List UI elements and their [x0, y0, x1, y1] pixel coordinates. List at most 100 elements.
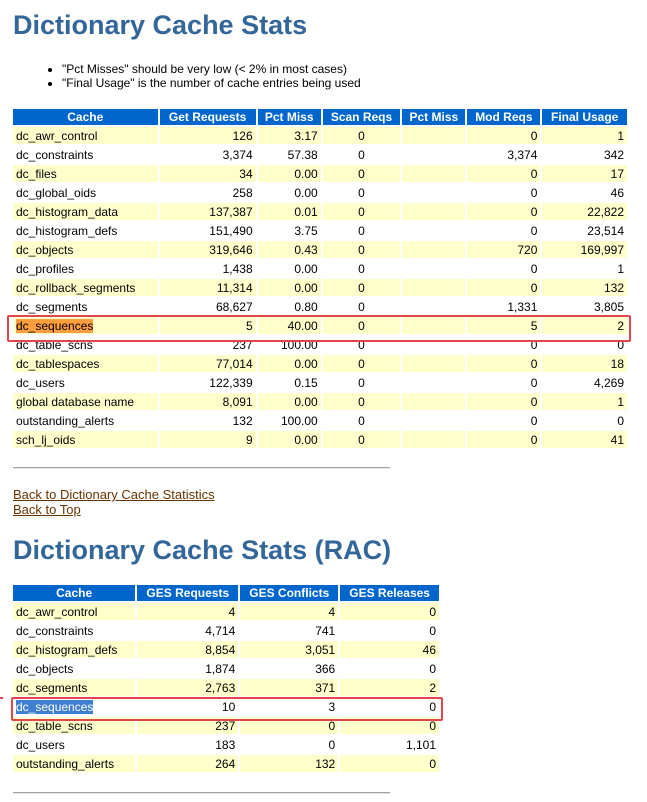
- table-row: outstanding_alerts 264 132 0: [13, 755, 439, 772]
- value-cell: 0: [322, 336, 401, 353]
- value-cell: 0: [322, 260, 401, 277]
- value-cell: [402, 165, 466, 182]
- value-cell: 0: [340, 660, 439, 677]
- table-row: dc_histogram_defs 8,854 3,051 46: [13, 641, 439, 658]
- section-title-rac: Dictionary Cache Stats (RAC): [13, 535, 392, 565]
- value-cell: 0: [467, 336, 541, 353]
- value-cell: [402, 431, 466, 448]
- value-cell: 0: [322, 374, 401, 391]
- value-cell: [402, 393, 466, 410]
- page-title: Dictionary Cache Stats: [13, 10, 308, 40]
- column-header: Cache: [13, 585, 136, 601]
- table-row: dc_sequences 10 3 0: [13, 698, 439, 715]
- table-row: dc_files 34 0.00 0 0 17: [13, 165, 627, 182]
- cache-name-cell: dc_segments: [13, 679, 136, 696]
- value-cell: [402, 184, 466, 201]
- value-cell: 57.38: [257, 146, 321, 163]
- value-cell: 0: [467, 222, 541, 239]
- value-cell: 23,514: [542, 222, 627, 239]
- value-cell: 4,269: [542, 374, 627, 391]
- column-header: Cache: [13, 109, 158, 125]
- table-row: dc_awr_control 4 4 0: [13, 603, 439, 620]
- value-cell: 122,339: [159, 374, 256, 391]
- value-cell: 3,051: [240, 641, 339, 658]
- cache-name-cell: dc_users: [13, 736, 136, 753]
- value-cell: 0: [467, 412, 541, 429]
- table-row: dc_objects 319,646 0.43 0 720 169,997: [13, 241, 627, 258]
- value-cell: 1: [542, 393, 627, 410]
- value-cell: 4: [240, 603, 339, 620]
- value-cell: 8,854: [137, 641, 239, 658]
- table-row: global database name 8,091 0.00 0 0 1: [13, 393, 627, 410]
- value-cell: 0: [322, 355, 401, 372]
- value-cell: 0: [322, 412, 401, 429]
- value-cell: [402, 241, 466, 258]
- value-cell: 1,438: [159, 260, 256, 277]
- value-cell: 258: [159, 184, 256, 201]
- value-cell: 137,387: [159, 203, 256, 220]
- value-cell: 4: [137, 603, 239, 620]
- notes-list: "Pct Misses" should be very low (< 2% in…: [48, 62, 361, 90]
- value-cell: 0: [467, 374, 541, 391]
- dictionary-cache-table: Cache Get Requests Pct Miss Scan Reqs Pct Mi…: [11, 107, 629, 450]
- cache-name-cell: dc_awr_control: [13, 127, 158, 144]
- value-cell: 132: [240, 755, 339, 772]
- value-cell: 0: [322, 241, 401, 258]
- value-cell: 371: [240, 679, 339, 696]
- cache-name-cell: dc_tablespaces: [13, 355, 158, 372]
- table-row: dc_awr_control 126 3.17 0 0 1: [13, 127, 627, 144]
- value-cell: 3,374: [159, 146, 256, 163]
- value-cell: 1,331: [467, 298, 541, 315]
- highlight-marker: [0, 697, 3, 699]
- back-to-top-link[interactable]: Back to Top: [13, 502, 81, 517]
- value-cell: 0: [467, 393, 541, 410]
- value-cell: 0: [467, 431, 541, 448]
- cache-name-cell: dc_rollback_segments: [13, 279, 158, 296]
- value-cell: 0: [467, 203, 541, 220]
- value-cell: 126: [159, 127, 256, 144]
- value-cell: 0.00: [257, 393, 321, 410]
- table-row: dc_histogram_data 137,387 0.01 0 0 22,822: [13, 203, 627, 220]
- value-cell: 0: [322, 317, 401, 334]
- value-cell: [402, 298, 466, 315]
- table-row: outstanding_alerts 132 100.00 0 0 0: [13, 412, 627, 429]
- value-cell: [402, 317, 466, 334]
- cache-name-cell: dc_objects: [13, 660, 136, 677]
- value-cell: 0: [240, 717, 339, 734]
- value-cell: 366: [240, 660, 339, 677]
- value-cell: 0: [322, 222, 401, 239]
- value-cell: 237: [137, 717, 239, 734]
- cache-name-cell: dc_sequences: [13, 698, 136, 715]
- back-to-section-link[interactable]: Back to Dictionary Cache Statistics: [13, 487, 215, 502]
- value-cell: 0: [340, 603, 439, 620]
- selected-text: dc_sequences: [16, 318, 94, 333]
- value-cell: 4,714: [137, 622, 239, 639]
- value-cell: 1: [542, 127, 627, 144]
- cache-name-cell: dc_global_oids: [13, 184, 158, 201]
- table-row: dc_tablespaces 77,014 0.00 0 0 18: [13, 355, 627, 372]
- value-cell: 68,627: [159, 298, 256, 315]
- value-cell: 0.00: [257, 355, 321, 372]
- value-cell: 0: [467, 184, 541, 201]
- table-row: dc_constraints 4,714 741 0: [13, 622, 439, 639]
- cache-name-cell: dc_awr_control: [13, 603, 136, 620]
- column-header: Pct Miss: [257, 109, 321, 125]
- value-cell: 11,314: [159, 279, 256, 296]
- cache-name-cell: dc_objects: [13, 241, 158, 258]
- value-cell: 0.01: [257, 203, 321, 220]
- column-header: Pct Miss: [402, 109, 466, 125]
- value-cell: 77,014: [159, 355, 256, 372]
- table-row: dc_constraints 3,374 57.38 0 3,374 342: [13, 146, 627, 163]
- value-cell: 0: [322, 165, 401, 182]
- value-cell: 0: [322, 298, 401, 315]
- value-cell: 151,490: [159, 222, 256, 239]
- value-cell: 132: [159, 412, 256, 429]
- column-header: GES Requests: [137, 585, 239, 601]
- note-item: "Pct Misses" should be very low (< 2% in…: [62, 62, 361, 76]
- value-cell: 0.00: [257, 165, 321, 182]
- value-cell: 0.00: [257, 431, 321, 448]
- table-row: dc_users 183 0 1,101: [13, 736, 439, 753]
- column-header: Mod Reqs: [467, 109, 541, 125]
- value-cell: 40.00: [257, 317, 321, 334]
- value-cell: 46: [542, 184, 627, 201]
